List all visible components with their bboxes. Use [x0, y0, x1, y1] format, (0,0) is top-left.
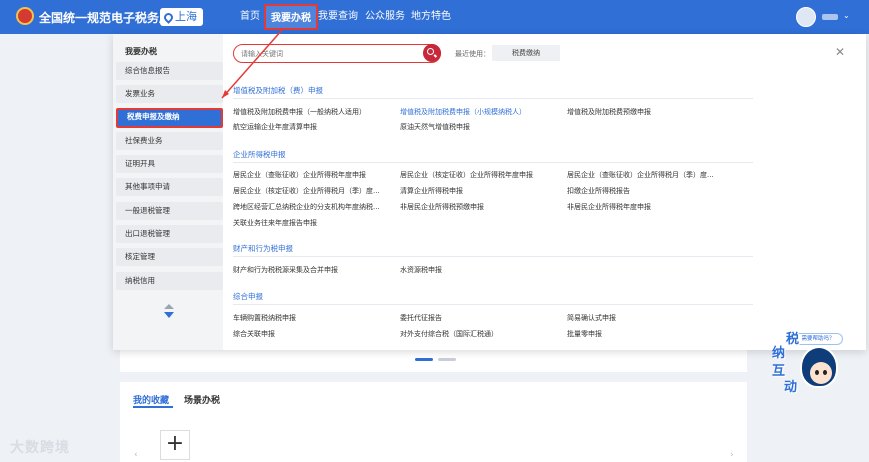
mascot-face-icon: [810, 362, 832, 384]
assistant-char-1: 纳: [772, 346, 786, 361]
assistant-char-3: 动: [784, 380, 798, 395]
mascot-icon[interactable]: [800, 346, 838, 388]
help-bubble[interactable]: 需要帮助吗？: [793, 333, 843, 345]
mascot-eye-icon: [815, 370, 819, 375]
assistant-widget[interactable]: 需要帮助吗？ 纳 互 动 税: [768, 330, 868, 410]
assistant-char-4: 税: [786, 332, 800, 347]
annotation-arrow: [221, 29, 283, 99]
mascot-eye-icon: [823, 370, 827, 375]
